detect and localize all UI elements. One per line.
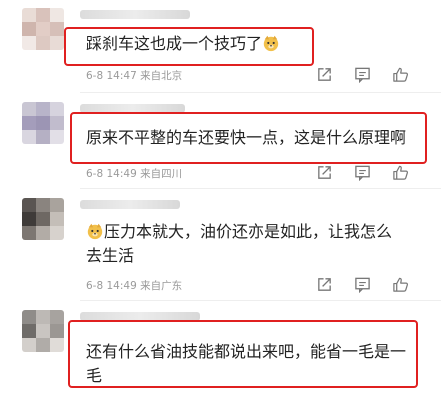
doge-emoji-icon: [87, 223, 103, 240]
like-icon[interactable]: [392, 66, 409, 83]
avatar[interactable]: [22, 8, 64, 50]
share-icon[interactable]: [316, 66, 333, 83]
share-icon[interactable]: [316, 276, 333, 293]
comment-text: 压力本就大，油价还亦是如此，让我怎么 去生活: [86, 222, 393, 265]
comment-meta: 6-8 14:47 来自北京: [86, 70, 183, 82]
comment-icon[interactable]: [354, 66, 371, 83]
comment-item: 压力本就大，油价还亦是如此，让我怎么 去生活 6-8 14:49 来自广东: [0, 188, 441, 300]
avatar[interactable]: [22, 198, 64, 240]
comment-meta: 6-8 14:49 来自广东: [86, 280, 183, 292]
username[interactable]: [80, 10, 190, 19]
like-icon[interactable]: [392, 276, 409, 293]
highlight-box: [68, 320, 418, 388]
comment-meta: 6-8 14:49 来自四川: [86, 168, 183, 180]
like-icon[interactable]: [392, 164, 409, 181]
comment-icon[interactable]: [354, 276, 371, 293]
avatar[interactable]: [22, 102, 64, 144]
highlight-box: [64, 27, 314, 66]
avatar[interactable]: [22, 310, 64, 352]
highlight-box: [70, 112, 427, 164]
username[interactable]: [80, 200, 180, 209]
share-icon[interactable]: [316, 164, 333, 181]
comment-icon[interactable]: [354, 164, 371, 181]
